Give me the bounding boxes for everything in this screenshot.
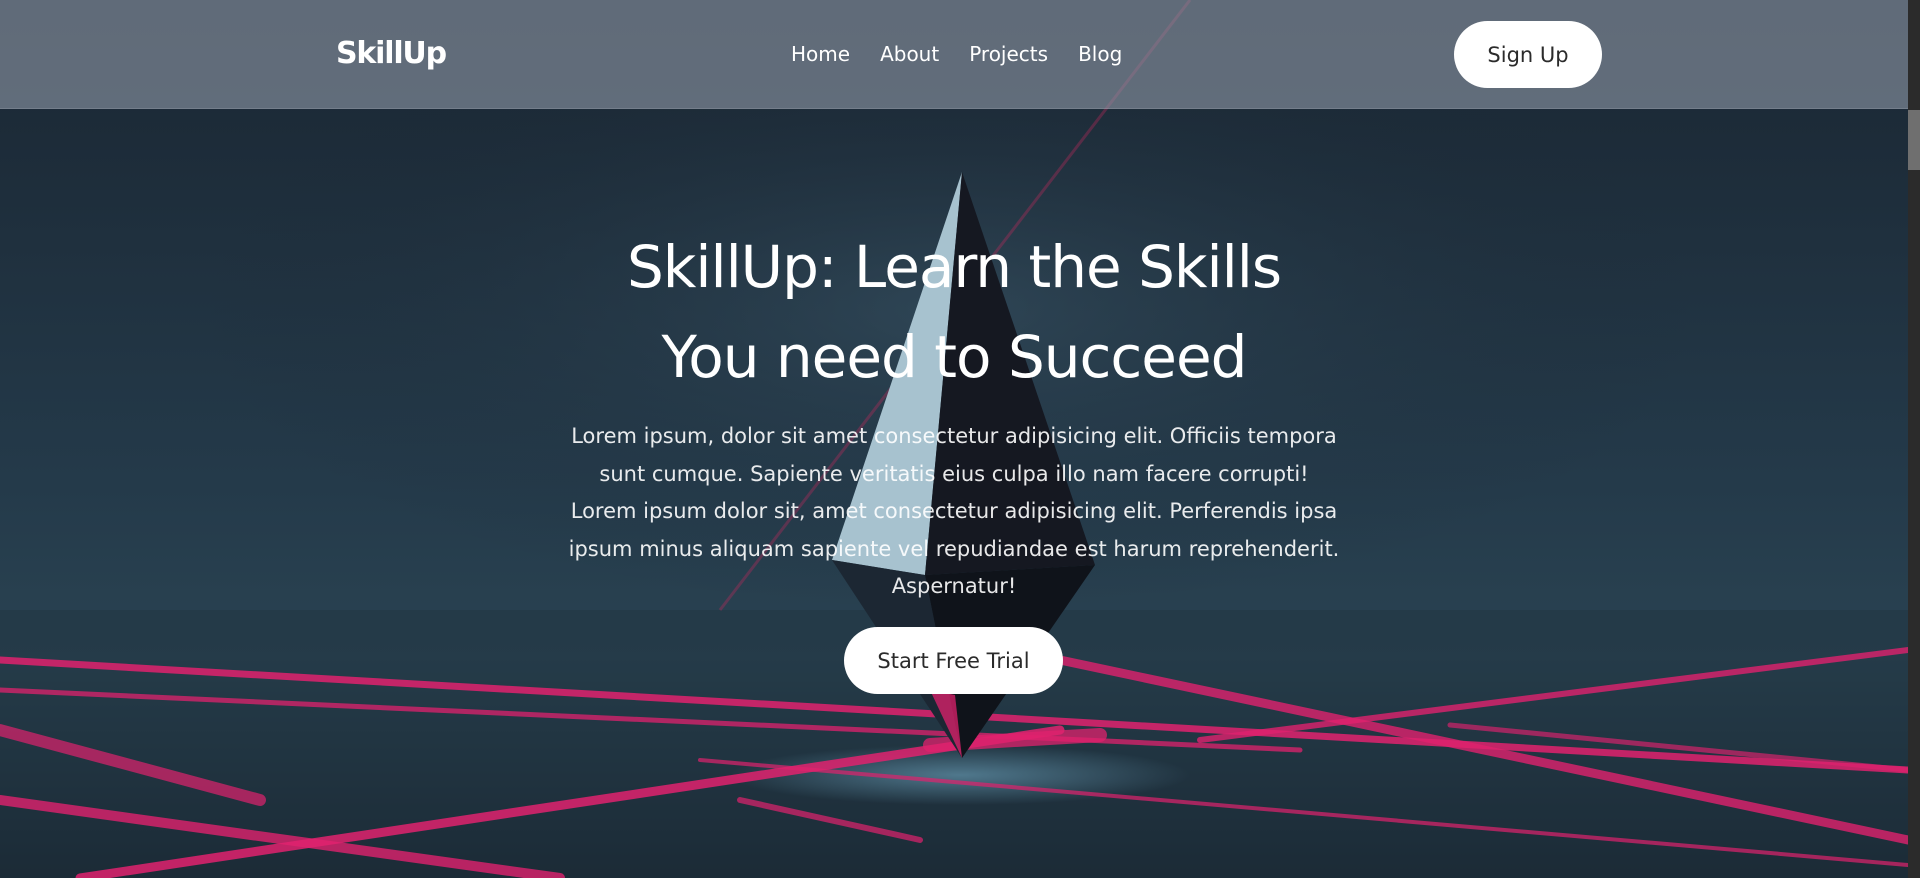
scrollbar-thumb[interactable]	[1908, 110, 1920, 170]
hero-title-line-2: You need to Succeed	[661, 323, 1248, 391]
nav-link-home[interactable]: Home	[791, 42, 850, 66]
hero-description: Lorem ipsum, dolor sit amet consectetur …	[568, 424, 1340, 598]
nav-link-projects[interactable]: Projects	[969, 42, 1048, 66]
nav-menu: Home About Projects Blog	[791, 42, 1122, 66]
hero-title: SkillUp: Learn the Skills You need to Su…	[460, 222, 1448, 402]
nav-link-about[interactable]: About	[880, 42, 939, 66]
start-free-trial-button[interactable]: Start Free Trial	[844, 627, 1063, 694]
nav-link-blog[interactable]: Blog	[1078, 42, 1122, 66]
sign-up-button[interactable]: Sign Up	[1454, 21, 1602, 88]
brand-logo[interactable]: SkillUp	[336, 36, 447, 71]
navbar: SkillUp Home About Projects Blog Sign Up	[0, 0, 1908, 109]
hero-title-line-1: SkillUp: Learn the Skills	[626, 233, 1282, 301]
